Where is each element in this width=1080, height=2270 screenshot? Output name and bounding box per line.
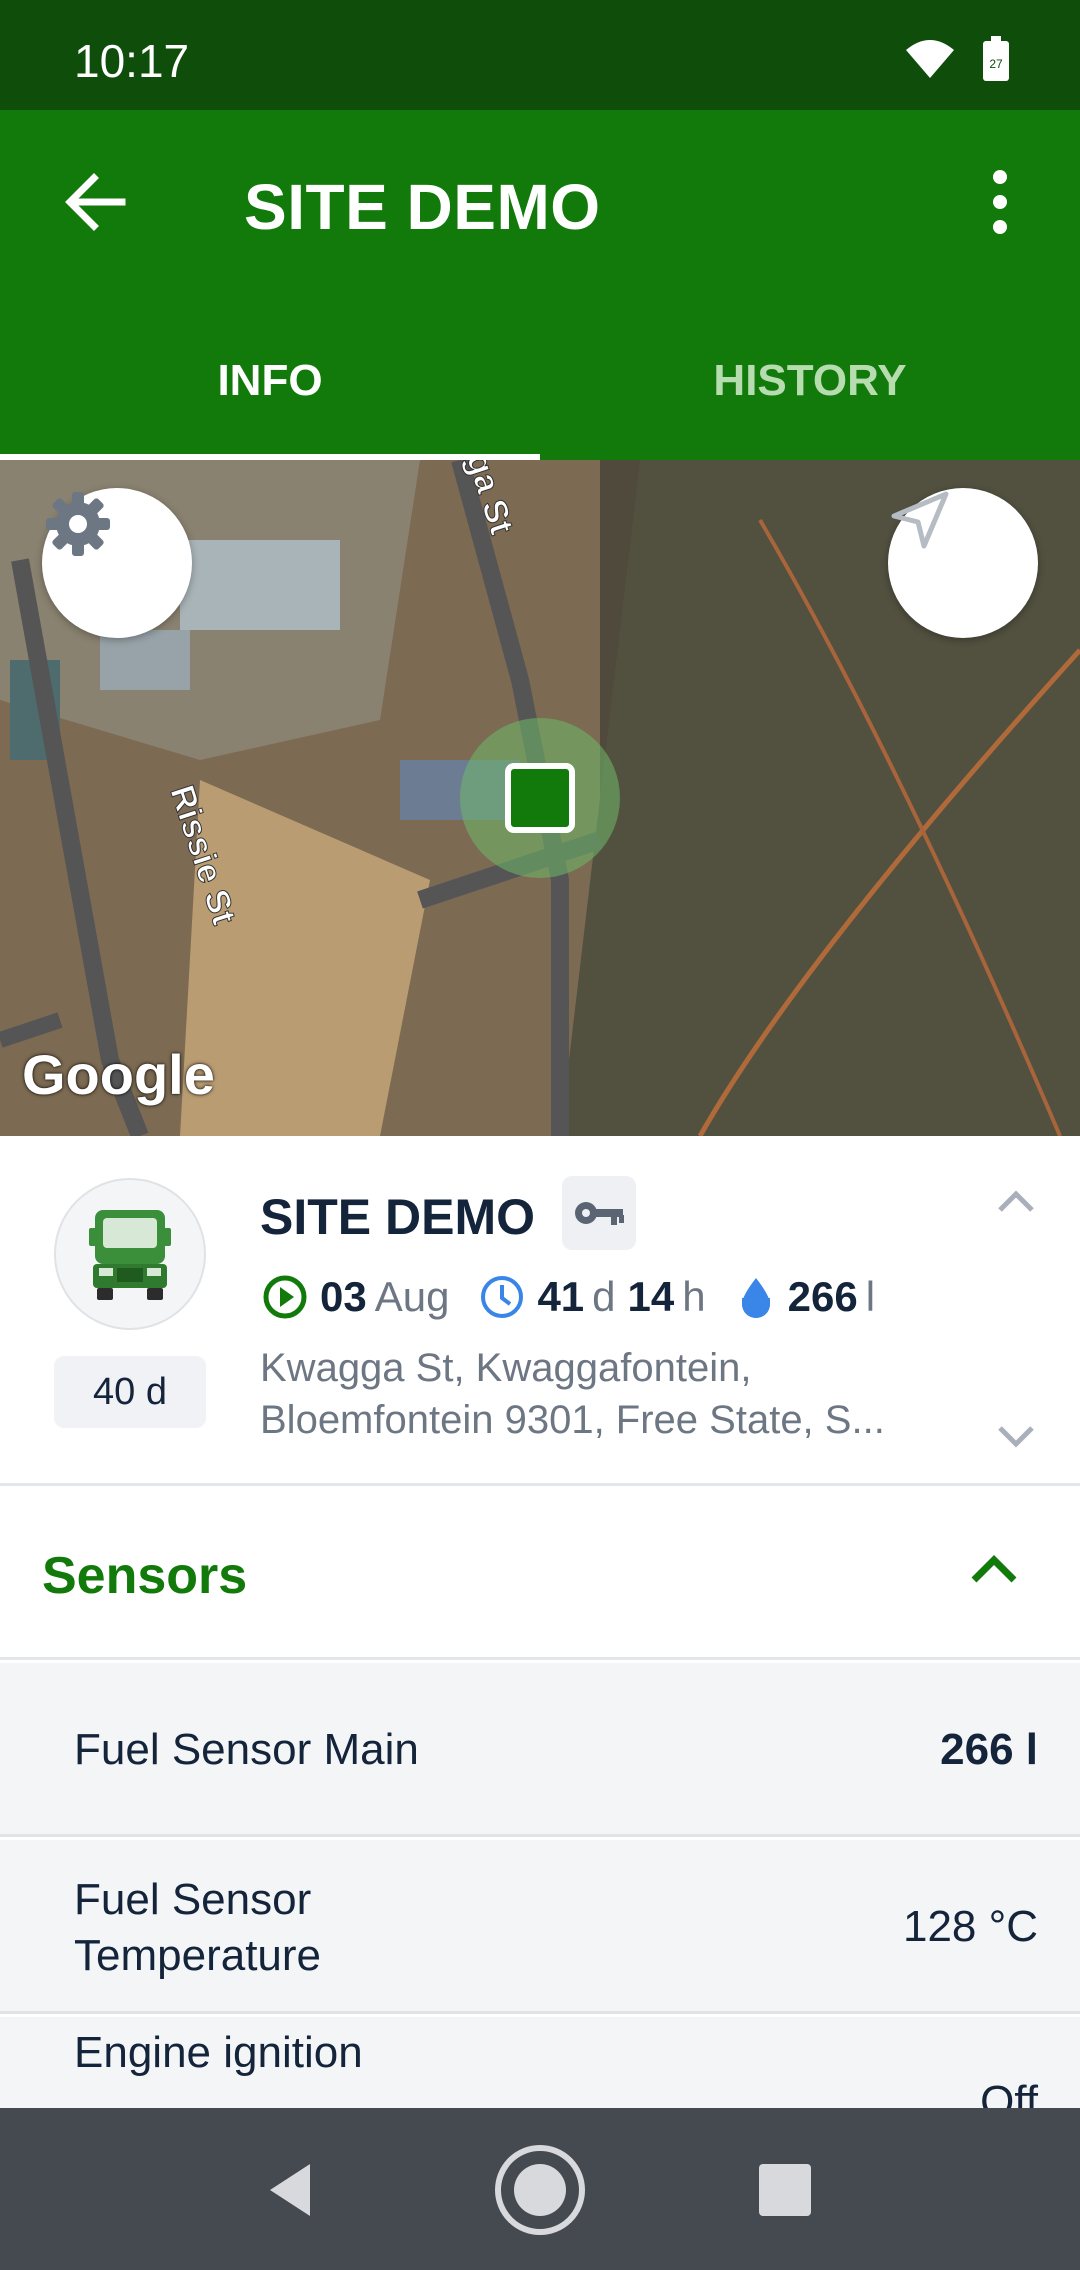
unit-avatar [54, 1178, 206, 1330]
sensor-name-line-1: Fuel Sensor [74, 1875, 312, 1924]
fuel-drop-icon [741, 1278, 770, 1318]
address-line-1: Kwagga St, Kwaggafontein, [260, 1346, 752, 1390]
back-button[interactable] [56, 162, 136, 242]
sensor-row[interactable]: Engine ignition Off [0, 2017, 1080, 2108]
sensor-row[interactable]: Fuel Sensor Main 266 l [0, 1663, 1080, 1837]
status-icons: 27 [904, 36, 1010, 87]
unit-stats: 03 Aug 41 d 14 h 266 l [262, 1262, 905, 1332]
sensor-name-line-2: Temperature [74, 1931, 322, 1980]
navigation-arrow-icon [891, 491, 949, 549]
status-bar: 10:17 27 [0, 0, 1080, 110]
nav-recents-button[interactable] [735, 2140, 835, 2240]
nav-home-icon [495, 2145, 585, 2235]
last-message-stat: 03 Aug [262, 1273, 449, 1321]
chevron-up-icon [998, 1190, 1034, 1212]
tab-bar: INFO HISTORY [0, 320, 1080, 460]
sensor-value: 266 l [940, 1725, 1038, 1774]
map-settings-button[interactable] [42, 488, 192, 638]
unit-info-card: 40 d SITE DEMO 03 Aug 41 d 14 h 266 l Kw… [0, 1136, 1080, 1486]
tab-history[interactable]: HISTORY [540, 320, 1080, 460]
expand-address-button[interactable] [986, 1410, 1046, 1460]
status-time: 10:17 [74, 35, 190, 87]
nav-back-button[interactable] [240, 2140, 340, 2240]
sensor-name: Engine ignition [74, 2028, 363, 2077]
collapse-card-button[interactable] [986, 1178, 1046, 1228]
sensor-name: Fuel Sensor Main [74, 1725, 419, 1774]
unit-marker [505, 763, 575, 833]
app-bar: SITE DEMO INFO HISTORY [0, 110, 1080, 460]
battery-level: 27 [989, 57, 1003, 71]
tab-info[interactable]: INFO [0, 320, 540, 460]
page-title: SITE DEMO [244, 171, 601, 243]
duration-hours-value: 14 [627, 1273, 675, 1320]
unit-name: SITE DEMO [260, 1189, 536, 1245]
play-circle-icon [263, 1275, 307, 1319]
date-value: 03 [320, 1273, 367, 1320]
duration-days-unit: d [592, 1273, 616, 1320]
address-line-2: Bloemfontein 9301, Free State, S... [260, 1398, 885, 1442]
sensor-value: Off [980, 2077, 1038, 2108]
key-icon [575, 1202, 624, 1225]
arrow-left-icon [65, 173, 126, 231]
ignition-key-badge [562, 1176, 636, 1250]
nav-home-button[interactable] [490, 2140, 590, 2240]
fuel-value: 266 [787, 1273, 858, 1320]
truck-icon [89, 1210, 171, 1300]
clock-icon [481, 1276, 524, 1318]
duration-days-value: 41 [537, 1273, 585, 1320]
more-vert-icon [993, 170, 1007, 234]
sensor-name: Fuel Sensor Temperature [74, 1872, 321, 1984]
sensors-collapse-button[interactable] [964, 1544, 1024, 1594]
duration-hours-unit: h [682, 1273, 706, 1320]
fuel-stat: 266 l [736, 1273, 875, 1321]
google-logo: Google [22, 1043, 215, 1106]
map-navigate-button[interactable] [888, 488, 1038, 638]
nav-back-icon [270, 2164, 310, 2216]
system-nav-bar [0, 2108, 1080, 2270]
wifi-icon [904, 38, 956, 85]
unit-age-badge: 40 d [54, 1356, 206, 1428]
unit-address: Kwagga St, Kwaggafontein, Bloemfontein 9… [260, 1342, 950, 1446]
duration-stat: 41 d 14 h [479, 1273, 706, 1321]
gear-icon [46, 492, 110, 556]
battery-icon: 27 [982, 36, 1010, 87]
sensor-row[interactable]: Fuel Sensor Temperature 128 °C [0, 1840, 1080, 2014]
chevron-down-icon [998, 1426, 1034, 1448]
date-unit: Aug [374, 1273, 450, 1320]
sensor-value: 128 °C [902, 1902, 1038, 1951]
map-view[interactable]: Rissie St ga St Google [0, 460, 1080, 1136]
sensors-section-header[interactable]: Sensors [0, 1488, 1080, 1660]
chevron-up-icon [971, 1555, 1017, 1583]
more-options-button[interactable] [960, 162, 1040, 242]
sensors-title: Sensors [42, 1547, 248, 1605]
nav-recents-icon [759, 2164, 811, 2216]
fuel-unit: l [865, 1273, 876, 1320]
